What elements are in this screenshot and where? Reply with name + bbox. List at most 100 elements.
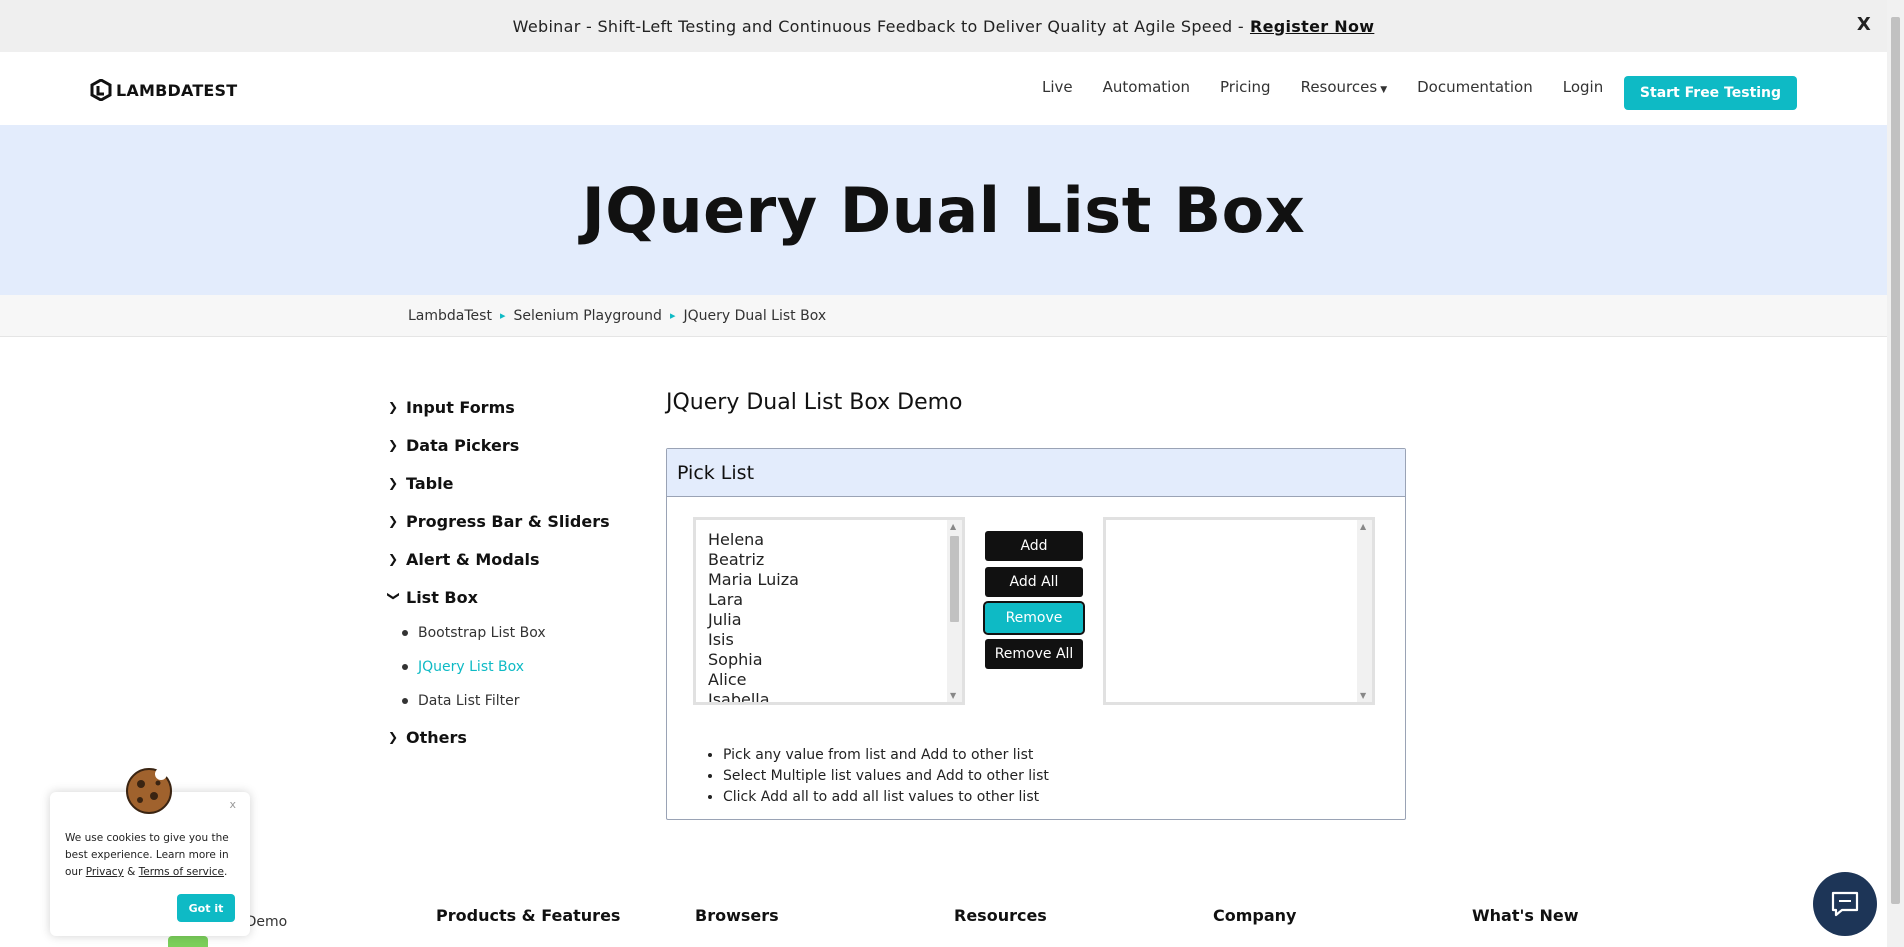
add-button[interactable]: Add	[985, 531, 1083, 561]
navbar: LAMBDATEST Live Automation Pricing Resou…	[0, 52, 1887, 125]
instruction-item: Select Multiple list values and Add to o…	[723, 766, 1049, 787]
chevron-right-icon: ▸	[499, 309, 506, 322]
got-it-button[interactable]: Got it	[177, 894, 235, 922]
sub-item-label: Bootstrap List Box	[418, 625, 546, 641]
bullet-icon	[402, 698, 408, 704]
list-option[interactable]: Sophia	[708, 650, 962, 670]
list-option[interactable]: Maria Luiza	[708, 570, 962, 590]
instructions-list: Pick any value from list and Add to othe…	[705, 745, 1049, 808]
sidebar-item-progress-bar-sliders[interactable]: ❯ Progress Bar & Sliders	[388, 502, 628, 540]
sub-item-label: Data List Filter	[418, 693, 520, 709]
chevron-right-icon: ▸	[669, 309, 676, 322]
privacy-link[interactable]: Privacy	[86, 866, 124, 878]
breadcrumb-selenium-playground[interactable]: Selenium Playground	[513, 308, 661, 324]
nav-automation[interactable]: Automation	[1103, 78, 1190, 96]
register-now-link[interactable]: Register Now	[1250, 17, 1374, 36]
chevron-right-icon: ❯	[388, 552, 399, 566]
add-all-button[interactable]: Add All	[985, 567, 1083, 597]
page: Webinar - Shift-Left Testing and Continu…	[0, 0, 1904, 947]
scroll-up-icon[interactable]: ▲	[1360, 522, 1366, 531]
list-option[interactable]: Alice	[708, 670, 962, 690]
sidebar-item-alert-modals[interactable]: ❯ Alert & Modals	[388, 540, 628, 578]
target-listbox-scrollbar[interactable]: ▲ ▼	[1357, 520, 1372, 702]
lambdatest-logo[interactable]: LAMBDATEST	[90, 79, 237, 101]
footer-heading-products: Products & Features	[436, 906, 621, 925]
sidebar-item-label: Data Pickers	[406, 435, 520, 455]
logo-text: LAMBDATEST	[116, 80, 238, 100]
nav-live[interactable]: Live	[1042, 78, 1073, 96]
sidebar-item-input-forms[interactable]: ❯ Input Forms	[388, 388, 628, 426]
cookie-icon	[124, 766, 174, 820]
banner-close-button[interactable]: X	[1857, 14, 1871, 35]
chevron-down-icon: ▼	[1380, 85, 1388, 95]
cookie-close-icon[interactable]: x	[229, 798, 236, 811]
remove-button[interactable]: Remove	[983, 601, 1085, 635]
scroll-up-icon[interactable]: ▲	[950, 522, 956, 531]
list-option[interactable]: Julia	[708, 610, 962, 630]
breadcrumb-lambdatest[interactable]: LambdaTest	[408, 308, 492, 324]
chat-icon	[1831, 891, 1859, 917]
sidebar: ❯ Input Forms ❯ Data Pickers ❯ Table ❯ Progr…	[387, 388, 628, 756]
bullet-icon	[402, 630, 408, 636]
footer-heading-resources: Resources	[954, 906, 1047, 925]
scroll-down-icon[interactable]: ▼	[1360, 691, 1366, 700]
footer-heading-whats-new: What's New	[1472, 906, 1579, 925]
nav-documentation[interactable]: Documentation	[1417, 78, 1533, 96]
sidebar-sub-data-list-filter[interactable]: Data List Filter	[402, 684, 628, 718]
sidebar-sub-jquery-list-box[interactable]: JQuery List Box	[402, 650, 628, 684]
sidebar-item-label: Others	[406, 727, 467, 747]
list-option[interactable]: Isabella	[708, 690, 962, 702]
chevron-right-icon: ❯	[388, 730, 399, 744]
source-listbox-scrollbar[interactable]: ▲ ▼	[947, 520, 962, 702]
chevron-right-icon: ❯	[388, 438, 399, 452]
chat-button[interactable]	[1813, 872, 1877, 936]
list-option[interactable]: Helena	[708, 530, 962, 550]
pick-list-header: Pick List	[667, 449, 1405, 497]
sidebar-item-list-box[interactable]: ❯ List Box	[387, 578, 628, 616]
list-option[interactable]: Isis	[708, 630, 962, 650]
start-free-testing-button[interactable]: Start Free Testing	[1624, 76, 1797, 110]
hero: JQuery Dual List Box	[0, 125, 1887, 295]
banner-text: Webinar - Shift-Left Testing and Continu…	[512, 16, 1244, 36]
terms-link[interactable]: Terms of service	[139, 866, 224, 878]
nav-resources-label: Resources	[1300, 78, 1378, 96]
page-scrollbar-thumb[interactable]	[1891, 17, 1900, 904]
nav-pricing[interactable]: Pricing	[1220, 78, 1271, 96]
instruction-item: Click Add all to add all list values to …	[723, 787, 1049, 808]
remove-all-button[interactable]: Remove All	[985, 639, 1083, 669]
footer-heading-company: Company	[1213, 906, 1297, 925]
transfer-buttons: Add Add All Remove Remove All	[983, 531, 1085, 675]
scroll-down-icon[interactable]: ▼	[950, 691, 956, 700]
book-demo-badge	[168, 936, 208, 947]
list-box-submenu: Bootstrap List Box JQuery List Box Data …	[402, 616, 628, 718]
nav-links: Live Automation Pricing Resources ▼ Docum…	[1042, 78, 1633, 96]
sidebar-item-label: List Box	[406, 587, 478, 607]
webinar-banner: Webinar - Shift-Left Testing and Continu…	[0, 0, 1887, 52]
source-listbox[interactable]: Helena Beatriz Maria Luiza Lara Julia Is…	[693, 517, 965, 705]
demo-title: JQuery Dual List Box Demo	[666, 390, 963, 415]
sidebar-item-data-pickers[interactable]: ❯ Data Pickers	[388, 426, 628, 464]
breadcrumb: LambdaTest ▸ Selenium Playground ▸ JQuer…	[0, 295, 1887, 337]
target-listbox[interactable]: ▲ ▼	[1103, 517, 1375, 705]
cookie-amp: &	[127, 866, 136, 878]
chevron-right-icon: ❯	[388, 476, 399, 490]
bullet-icon	[402, 664, 408, 670]
page-scrollbar[interactable]	[1887, 0, 1904, 947]
breadcrumb-current: JQuery Dual List Box	[683, 307, 827, 324]
cookie-period: .	[224, 866, 228, 878]
scrollbar-thumb[interactable]	[950, 536, 959, 622]
page-title: JQuery Dual List Box	[581, 173, 1306, 247]
sidebar-item-table[interactable]: ❯ Table	[388, 464, 628, 502]
pick-list-card: Pick List Helena Beatriz Maria Luiza Lar…	[666, 448, 1406, 820]
sidebar-sub-bootstrap-list-box[interactable]: Bootstrap List Box	[402, 616, 628, 650]
sidebar-item-label: Progress Bar & Sliders	[406, 511, 610, 531]
list-option[interactable]: Beatriz	[708, 550, 962, 570]
sidebar-item-label: Table	[406, 473, 454, 493]
chevron-down-icon: ❯	[387, 591, 401, 602]
list-option[interactable]: Lara	[708, 590, 962, 610]
nav-login[interactable]: Login	[1563, 78, 1603, 96]
nav-resources[interactable]: Resources ▼	[1301, 78, 1388, 96]
sidebar-item-label: Alert & Modals	[406, 549, 540, 569]
sidebar-item-others[interactable]: ❯ Others	[388, 718, 628, 756]
logo-icon	[90, 79, 112, 101]
